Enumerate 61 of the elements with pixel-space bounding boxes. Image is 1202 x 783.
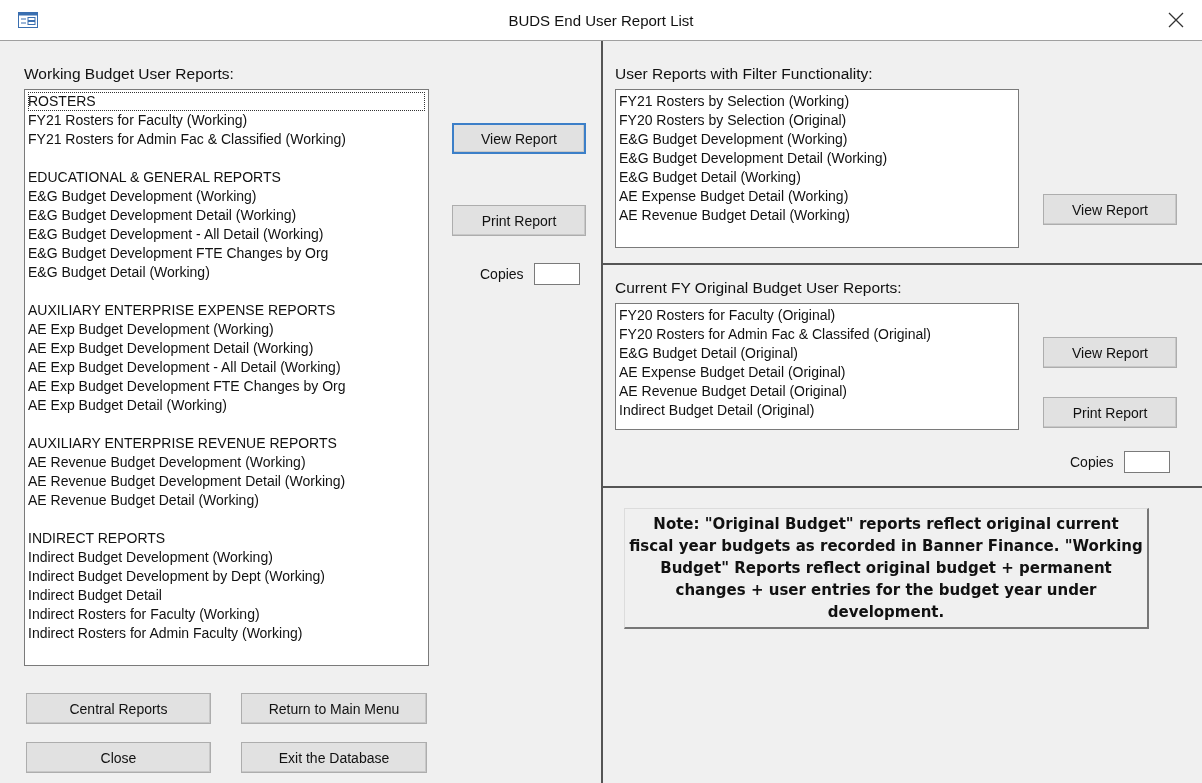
form-icon xyxy=(18,12,38,28)
list-item[interactable]: FY20 Rosters for Faculty (Original) xyxy=(619,306,1015,325)
section-label: User Reports with Filter Functionality: xyxy=(615,65,873,82)
list-item[interactable]: AE Expense Budget Detail (Working) xyxy=(619,187,1015,206)
list-item[interactable]: Indirect Budget Detail xyxy=(28,586,425,605)
section-label: Working Budget User Reports: xyxy=(24,65,234,83)
list-item[interactable]: E&G Budget Detail (Original) xyxy=(619,344,1015,363)
form-button[interactable]: Return to Main Menu xyxy=(241,693,427,724)
list-item[interactable]: AE Revenue Budget Development Detail (Working) xyxy=(28,472,425,491)
copies-label: Copies xyxy=(480,266,524,282)
print-report-button[interactable]: Print Report xyxy=(452,205,586,236)
list-heading[interactable]: EDUCATIONAL & GENERAL REPORTS xyxy=(28,168,425,187)
copies-field[interactable] xyxy=(533,263,580,285)
note-label: Note: "Original Budget" reports reflect original current fiscal year budgets as recorded in Banner Finance. "Working Budget" Reports reflect original budget + permanent changes + user entries for the budget year under development. xyxy=(624,508,1149,629)
list-item[interactable]: E&G Budget Development Detail (Working) xyxy=(28,206,425,225)
section-label: Current FY Original Budget User Reports: xyxy=(615,279,902,296)
list-item[interactable]: E&G Budget Development (Working) xyxy=(28,187,425,206)
view-report-button[interactable]: View Report xyxy=(1043,194,1177,225)
close-icon[interactable] xyxy=(1168,12,1184,28)
list-item[interactable]: FY21 Rosters for Faculty (Working) xyxy=(28,111,425,130)
form-button[interactable]: Central Reports xyxy=(26,693,211,724)
list-item[interactable]: Indirect Budget Detail (Original) xyxy=(619,401,1015,420)
list-item[interactable]: E&G Budget Development (Working) xyxy=(619,130,1015,149)
list-item[interactable]: E&G Budget Development - All Detail (Working) xyxy=(28,225,425,244)
copies-label: Copies xyxy=(1070,454,1114,470)
list-item[interactable]: AE Exp Budget Development Detail (Working) xyxy=(28,339,425,358)
list-item[interactable]: AE Expense Budget Detail (Original) xyxy=(619,363,1015,382)
list-item[interactable]: E&G Budget Development FTE Changes by Org xyxy=(28,244,425,263)
report-listbox[interactable] xyxy=(24,89,429,666)
list-item[interactable]: AE Exp Budget Development (Working) xyxy=(28,320,425,339)
list-item[interactable]: FY20 Rosters for Admin Fac & Classifed (Original) xyxy=(619,325,1015,344)
list-item[interactable]: E&G Budget Detail (Working) xyxy=(28,263,425,282)
list-item[interactable]: AE Exp Budget Development - All Detail (Working) xyxy=(28,358,425,377)
list-item[interactable]: FY21 Rosters for Admin Fac & Classified (Working) xyxy=(28,130,425,149)
list-item[interactable]: Indirect Rosters for Admin Faculty (Working) xyxy=(28,624,425,643)
list-item[interactable]: FY21 Rosters by Selection (Working) xyxy=(619,92,1015,111)
report-listbox[interactable] xyxy=(615,303,1019,430)
report-listbox[interactable] xyxy=(615,89,1019,248)
list-heading[interactable]: AUXILIARY ENTERPRISE REVENUE REPORTS xyxy=(28,434,425,453)
list-item[interactable]: AE Revenue Budget Development (Working) xyxy=(28,453,425,472)
list-heading[interactable]: AUXILIARY ENTERPRISE EXPENSE REPORTS xyxy=(28,301,425,320)
view-report-button[interactable]: View Report xyxy=(1043,337,1177,368)
view-report-button[interactable]: View Report xyxy=(452,123,586,154)
list-heading[interactable]: INDIRECT REPORTS xyxy=(28,529,425,548)
list-item[interactable]: Indirect Budget Development (Working) xyxy=(28,548,425,567)
list-item[interactable]: AE Exp Budget Development FTE Changes by Org xyxy=(28,377,425,396)
list-item[interactable]: AE Exp Budget Detail (Working) xyxy=(28,396,425,415)
list-item[interactable]: E&G Budget Development Detail (Working) xyxy=(619,149,1015,168)
list-item[interactable]: FY20 Rosters by Selection (Original) xyxy=(619,111,1015,130)
form-button[interactable]: Exit the Database xyxy=(241,742,427,773)
print-report-button[interactable]: Print Report xyxy=(1043,397,1177,428)
list-item[interactable]: AE Revenue Budget Detail (Working) xyxy=(28,491,425,510)
list-heading[interactable]: ROSTERS xyxy=(28,92,425,111)
list-item[interactable]: Indirect Budget Development by Dept (Working) xyxy=(28,567,425,586)
list-item[interactable]: E&G Budget Detail (Working) xyxy=(619,168,1015,187)
form-button[interactable]: Close xyxy=(26,742,211,773)
window-title: BUDS End User Report List xyxy=(507,11,695,29)
list-item[interactable]: AE Revenue Budget Detail (Original) xyxy=(619,382,1015,401)
copies-field[interactable] xyxy=(1123,451,1170,473)
list-item[interactable]: AE Revenue Budget Detail (Working) xyxy=(619,206,1015,225)
list-item[interactable]: Indirect Rosters for Faculty (Working) xyxy=(28,605,425,624)
